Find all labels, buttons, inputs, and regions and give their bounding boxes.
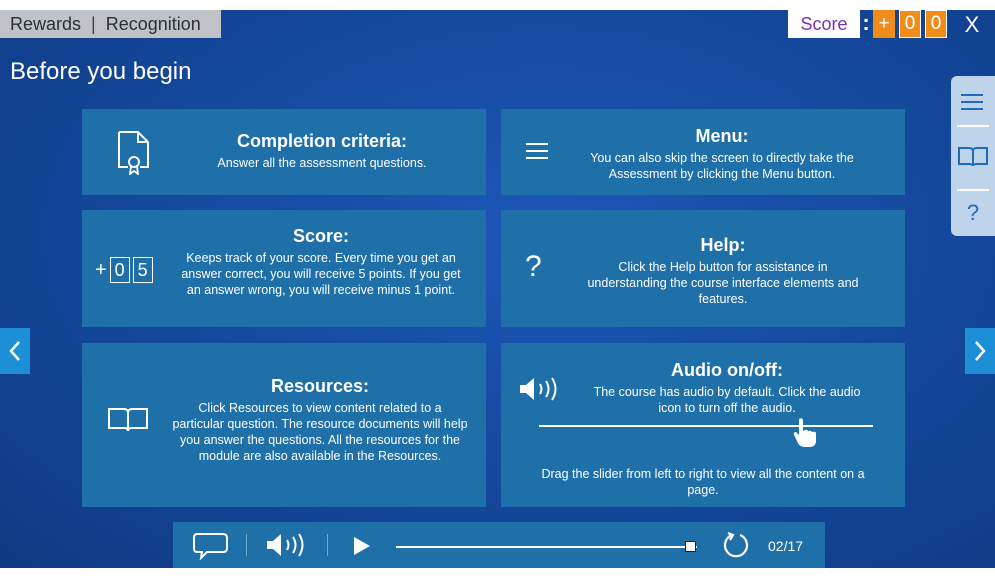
transcript-icon[interactable] — [193, 532, 229, 560]
side-panel: ? — [951, 76, 995, 236]
card-title: Resources: — [270, 376, 370, 396]
card-title: Completion criteria: — [236, 131, 408, 151]
help-icon: ? — [966, 200, 980, 225]
page-title: Before you begin — [10, 58, 192, 85]
menu-icon — [526, 142, 550, 160]
card-text: You can also skip the screen to directly… — [590, 151, 854, 181]
card-text: Keeps track of your score. Every time yo… — [181, 251, 461, 297]
help-icon: ? — [525, 250, 542, 283]
card-text: Click Resources to view content related … — [172, 401, 468, 463]
replay-icon[interactable] — [722, 531, 750, 559]
score-digit: 0 — [899, 10, 921, 38]
breadcrumb-item-rewards: Rewards — [10, 13, 82, 34]
score-sample: + 0 5 — [95, 257, 153, 283]
previous-button[interactable] — [0, 328, 30, 374]
card-text: Click the Help button for assistance in … — [587, 260, 859, 306]
card-completion-criteria: Completion criteria: Answer all the asse… — [82, 109, 486, 195]
side-help-button[interactable]: ? — [951, 193, 995, 233]
progress-track[interactable] — [396, 541, 697, 552]
demo-slider-track — [539, 418, 873, 447]
card-resources: Resources: Click Resources to view conte… — [82, 343, 486, 507]
card-title: Score: — [292, 226, 350, 246]
card-help: ? Help: Click the Help button for assist… — [501, 210, 905, 327]
chevron-left-icon — [8, 340, 22, 362]
progress-handle[interactable] — [684, 541, 696, 552]
side-menu-button[interactable] — [951, 82, 995, 122]
breadcrumb-item-recognition: Recognition — [105, 13, 201, 34]
score-sample-digit: 0 — [109, 257, 130, 283]
audio-toggle-icon[interactable] — [266, 533, 310, 557]
side-divider — [957, 189, 989, 191]
card-text: Answer all the assessment questions. — [217, 156, 427, 170]
chevron-right-icon — [973, 340, 987, 362]
card-score: + 0 5 Score: Keeps track of your score. … — [82, 210, 486, 327]
card-menu: Menu: You can also skip the screen to di… — [501, 109, 905, 195]
score-digit: 0 — [925, 10, 947, 38]
card-title: Audio on/off: — [671, 360, 783, 380]
score-colon: : — [862, 10, 870, 35]
close-button[interactable]: X — [960, 10, 984, 38]
player-bar: 02/17 — [173, 522, 825, 568]
breadcrumb: Rewards | Recognition — [0, 10, 221, 38]
demo-slider-fill — [539, 425, 803, 427]
next-button[interactable] — [965, 328, 995, 374]
certificate-icon — [116, 129, 152, 175]
card-text: The course has audio by default. Click t… — [593, 385, 861, 415]
speaker-icon — [519, 377, 563, 401]
score-sign: + — [873, 10, 895, 38]
card-title: Menu: — [695, 126, 749, 146]
score-sample-sign: + — [95, 258, 107, 281]
hand-pointer-icon — [793, 417, 819, 449]
side-resources-button[interactable] — [951, 137, 995, 177]
slider-instruction: Drag the slider from left to right to vi… — [541, 467, 865, 497]
play-icon[interactable] — [353, 536, 371, 556]
slide-stage: Rewards | Recognition Score : + 0 0 X Be… — [0, 10, 995, 568]
player-divider — [246, 534, 247, 556]
book-icon — [957, 146, 989, 168]
player-divider — [327, 534, 328, 556]
slide-counter: 02/17 — [768, 538, 804, 554]
card-title: Help: — [700, 235, 746, 255]
breadcrumb-separator: | — [91, 13, 96, 34]
score-label: Score — [788, 10, 860, 38]
book-icon — [107, 407, 149, 433]
side-divider — [957, 125, 989, 127]
card-audio: Audio on/off: The course has audio by de… — [501, 343, 905, 507]
menu-icon — [961, 93, 985, 111]
score-sample-digit: 5 — [132, 257, 153, 283]
